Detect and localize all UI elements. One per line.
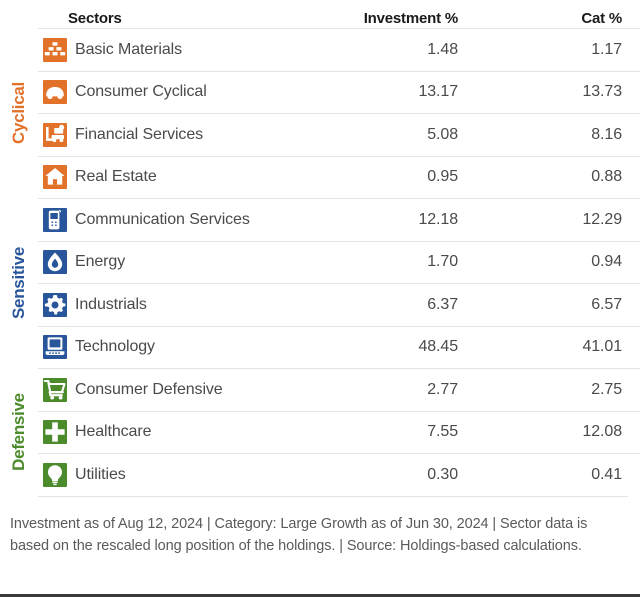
investment-pct-value: 48.45 [418, 338, 458, 356]
gear-icon [38, 292, 73, 317]
sector-groups: Cyclical Basic Materials 1.48 1.17 Consumer … [0, 28, 640, 496]
column-header-cat-pct: Cat % [581, 10, 622, 27]
investment-pct-value: 12.18 [418, 210, 458, 228]
group-label-text: Sensitive [9, 247, 29, 319]
cat-pct-value: 12.08 [582, 423, 622, 441]
cat-pct-value: 12.29 [582, 210, 622, 228]
cat-pct-value: 2.75 [591, 380, 622, 398]
investment-pct-value: 6.37 [427, 295, 458, 313]
sector-name: Consumer Cyclical [75, 83, 207, 101]
column-header-sectors: Sectors [68, 10, 122, 27]
investment-pct-value: 2.77 [427, 380, 458, 398]
investment-pct-value: 0.30 [427, 465, 458, 483]
investment-pct-value: 13.17 [418, 83, 458, 101]
group-label-cell: Defensive [0, 368, 38, 496]
group-label-defensive: Defensive [0, 368, 38, 496]
bank-transfer-icon [38, 122, 73, 147]
cat-pct-value: 0.88 [591, 168, 622, 186]
sector-group-sensitive: Sensitive Communication Services 12.18 12.2… [0, 198, 640, 368]
table-row[interactable]: Consumer Cyclical 13.17 13.73 [38, 70, 640, 114]
table-row[interactable]: Basic Materials 1.48 1.17 [38, 28, 640, 71]
table-row[interactable]: Real Estate 0.95 0.88 [38, 155, 640, 199]
investment-pct-value: 7.55 [427, 423, 458, 441]
sector-group-defensive: Defensive Consumer Defensive 2.77 2.75 Healt… [0, 368, 640, 496]
sector-group-cyclical: Cyclical Basic Materials 1.48 1.17 Consumer … [0, 28, 640, 198]
group-rows: Basic Materials 1.48 1.17 Consumer Cyclical… [38, 28, 640, 198]
table-row[interactable]: Technology 48.45 41.01 [38, 325, 640, 369]
mobile-phone-icon [38, 207, 73, 232]
computer-icon [38, 335, 73, 360]
medical-cross-icon [38, 420, 73, 445]
cat-pct-value: 41.01 [582, 338, 622, 356]
cat-pct-value: 6.57 [591, 295, 622, 313]
sector-name: Basic Materials [75, 40, 182, 58]
investment-pct-value: 1.48 [427, 40, 458, 58]
sector-name: Industrials [75, 295, 147, 313]
cat-pct-value: 13.73 [582, 83, 622, 101]
table-row[interactable]: Financial Services 5.08 8.16 [38, 113, 640, 156]
shopping-cart-icon [38, 377, 73, 402]
car-icon [38, 80, 73, 105]
sector-name: Technology [75, 338, 155, 356]
table-row[interactable]: Healthcare 7.55 12.08 [38, 410, 640, 454]
table-row[interactable]: Industrials 6.37 6.57 [38, 283, 640, 326]
group-label-cell: Cyclical [0, 28, 38, 198]
cat-pct-value: 0.94 [591, 253, 622, 271]
footnote-text: Investment as of Aug 12, 2024 | Category… [10, 515, 588, 554]
cat-pct-value: 1.17 [591, 40, 622, 58]
group-label-text: Cyclical [9, 82, 28, 144]
bricks-icon [38, 37, 73, 62]
table-row[interactable]: Communication Services 12.18 12.29 [38, 198, 640, 241]
flame-drop-icon [38, 250, 73, 275]
investment-pct-value: 0.95 [427, 168, 458, 186]
group-label-sensitive: Sensitive [0, 198, 38, 368]
table-row[interactable]: Energy 1.70 0.94 [38, 240, 640, 284]
sector-name: Energy [75, 253, 126, 271]
sector-name: Consumer Defensive [75, 380, 223, 398]
sector-breakdown-panel: Sectors Investment % Cat % Cyclical Basic… [0, 0, 640, 597]
cat-pct-value: 8.16 [591, 125, 622, 143]
sector-name: Healthcare [75, 423, 152, 441]
sector-name: Communication Services [75, 210, 250, 228]
investment-pct-value: 5.08 [427, 125, 458, 143]
investment-pct-value: 1.70 [427, 253, 458, 271]
sector-name: Utilities [75, 465, 126, 483]
group-label-cyclical: Cyclical [0, 28, 38, 198]
column-header-investment-pct: Investment % [363, 10, 458, 27]
group-label-text: Defensive [9, 392, 28, 471]
sector-name: Financial Services [75, 125, 204, 143]
lightbulb-icon [38, 462, 73, 487]
group-rows: Consumer Defensive 2.77 2.75 Healthcare 7.55… [38, 368, 640, 496]
table-row[interactable]: Utilities 0.30 0.41 [38, 453, 640, 496]
house-icon [38, 165, 73, 190]
table-row[interactable]: Consumer Defensive 2.77 2.75 [38, 368, 640, 411]
table-header-row: Sectors Investment % Cat % [0, 0, 640, 28]
group-rows: Communication Services 12.18 12.29 Energy 1.… [38, 198, 640, 368]
sector-name: Real Estate [75, 168, 157, 186]
group-label-cell: Sensitive [0, 198, 38, 368]
cat-pct-value: 0.41 [591, 465, 622, 483]
